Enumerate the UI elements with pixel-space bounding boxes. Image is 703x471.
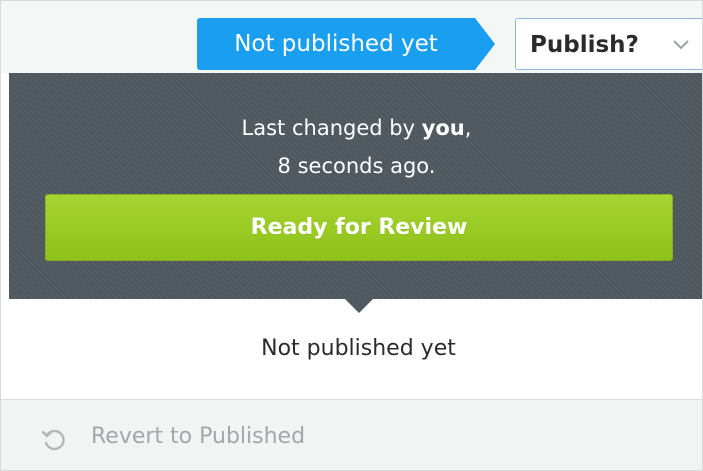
publish-dropdown-label: Publish? xyxy=(530,32,639,58)
revert-footer: Revert to Published xyxy=(1,400,702,470)
popover-pointer xyxy=(345,299,373,313)
last-changed-time: 8 seconds ago. xyxy=(277,154,436,178)
revert-to-published-label: Revert to Published xyxy=(91,424,306,449)
publish-dropdown[interactable]: Publish? xyxy=(515,18,702,70)
publish-status-pill: Not published yet xyxy=(197,18,475,70)
publish-popover: Last changed by you, 8 seconds ago. Read… xyxy=(9,73,702,299)
publish-status-text: Not published yet xyxy=(261,336,456,361)
revert-icon xyxy=(41,429,65,451)
status-pill-arrow xyxy=(475,18,495,70)
publish-widget: Not published yet Publish? Last changed … xyxy=(0,0,703,471)
last-changed-info: Last changed by you, 8 seconds ago. xyxy=(9,109,702,185)
publish-toolbar: Not published yet Publish? xyxy=(1,1,702,73)
last-changed-suffix: , xyxy=(464,116,472,140)
last-changed-user: you xyxy=(421,116,465,140)
chevron-down-icon xyxy=(673,40,689,50)
ready-for-review-button[interactable]: Ready for Review xyxy=(45,194,673,261)
last-changed-prefix: Last changed by xyxy=(241,116,422,140)
